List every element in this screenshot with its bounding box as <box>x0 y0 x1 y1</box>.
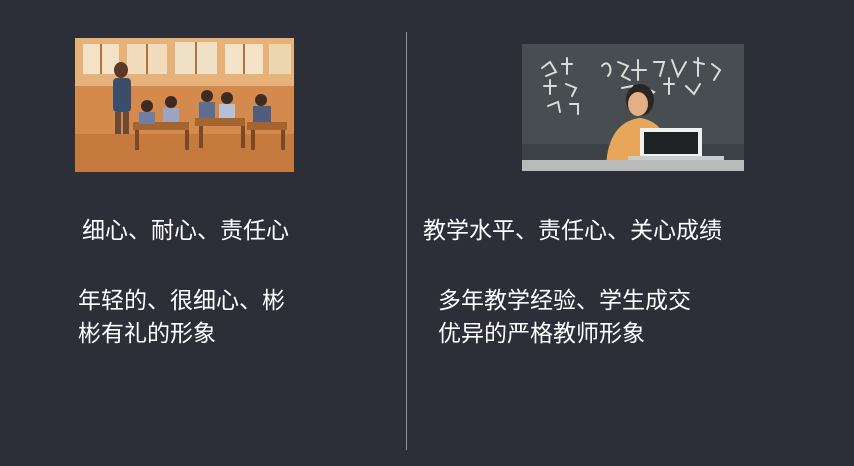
classroom-photo <box>75 38 294 172</box>
left-description: 年轻的、很细心、彬 彬有礼的形象 <box>78 285 285 351</box>
teacher-blackboard-photo <box>522 44 744 171</box>
left-heading: 细心、耐心、责任心 <box>82 218 289 244</box>
right-description: 多年教学经验、学生成交 优异的严格教师形象 <box>438 285 691 351</box>
right-heading: 教学水平、责任心、关心成绩 <box>423 218 722 244</box>
right-description-line: 优异的严格教师形象 <box>438 321 645 347</box>
column-divider <box>406 32 407 450</box>
left-description-line: 年轻的、很细心、彬 <box>78 288 285 314</box>
left-description-line: 彬有礼的形象 <box>78 321 216 347</box>
right-description-line: 多年教学经验、学生成交 <box>438 288 691 314</box>
